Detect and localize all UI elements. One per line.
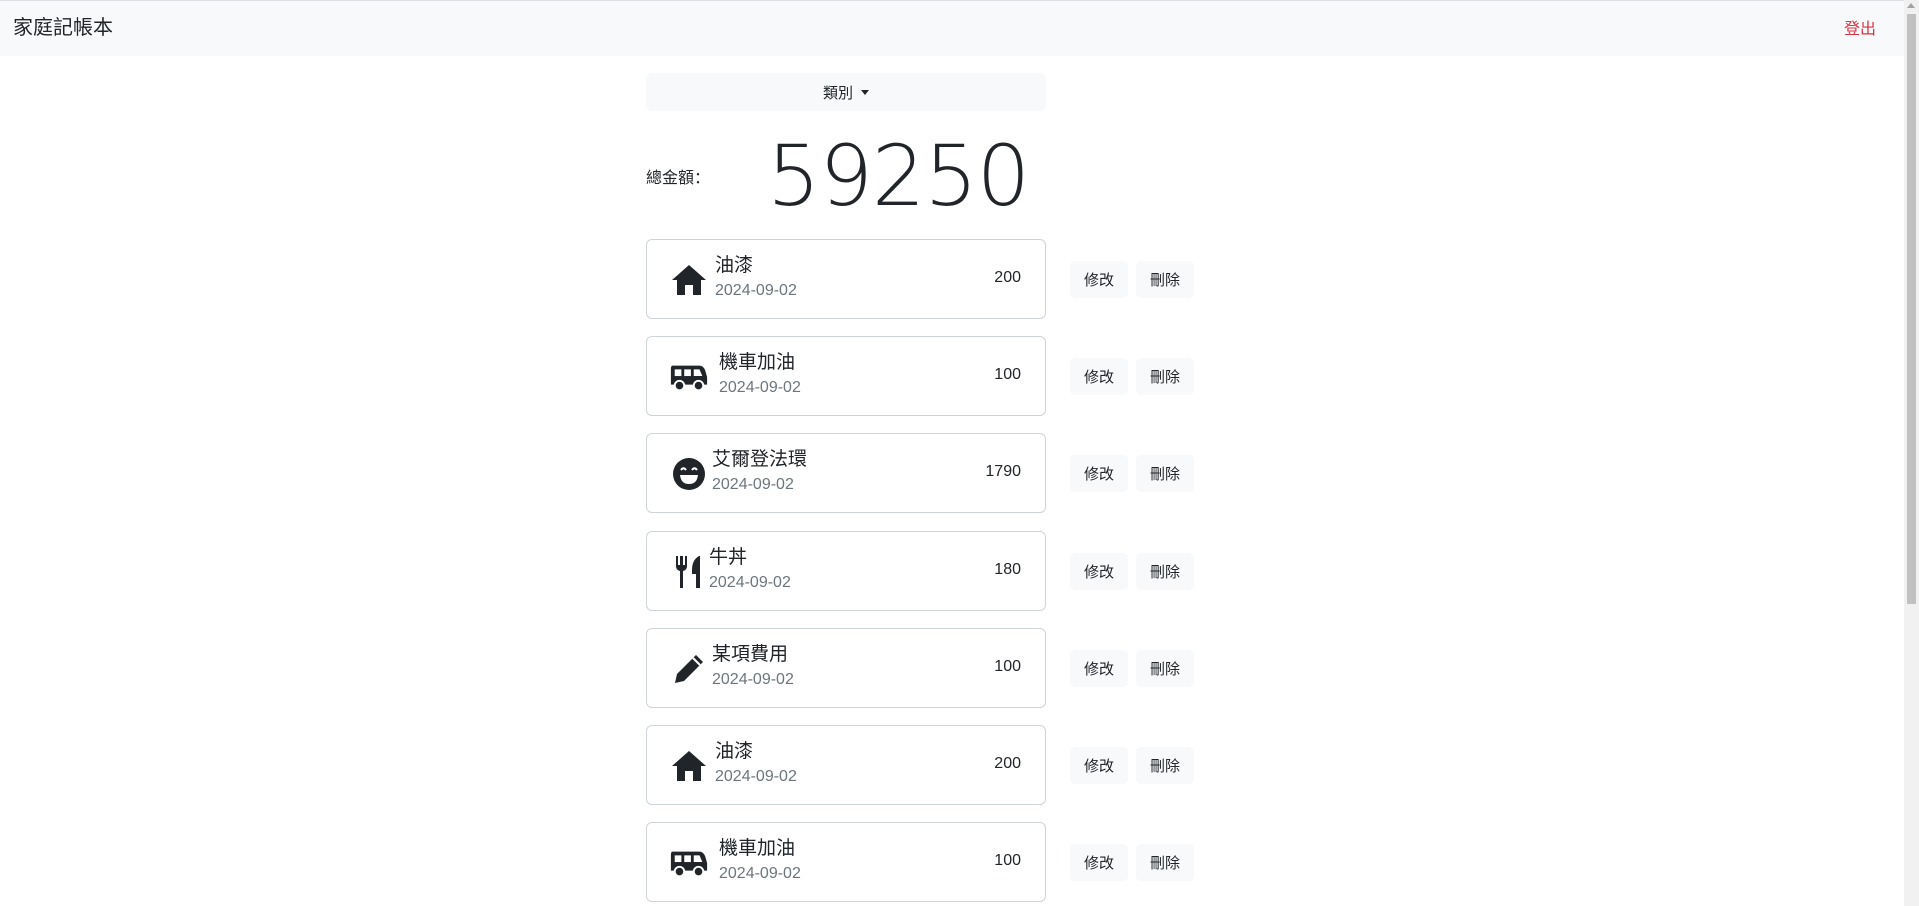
record-date: 2024-09-02 — [715, 282, 797, 299]
category-dropdown-label: 類別 — [822, 84, 853, 102]
edit-button[interactable]: 修改 — [1070, 455, 1128, 493]
record-card[interactable]: 牛丼 2024-09-02 180 — [646, 530, 1046, 611]
record-amount: 100 — [994, 657, 1021, 675]
record-text: 某項費用 2024-09-02 — [712, 643, 794, 691]
record-text: 機車加油 2024-09-02 — [719, 837, 801, 885]
record-name: 艾爾登法環 — [712, 449, 808, 471]
edit-button[interactable]: 修改 — [1070, 261, 1128, 298]
record-name: 牛丼 — [709, 546, 748, 568]
caret-down-icon — [861, 89, 869, 95]
record-row: 艾爾登法環 2024-09-02 1790 修改 刪除 — [646, 433, 1196, 515]
record-text: 機車加油 2024-09-02 — [719, 351, 801, 399]
edit-button[interactable]: 修改 — [1070, 844, 1128, 882]
record-date: 2024-09-02 — [715, 768, 797, 785]
record-row: 某項費用 2024-09-02 100 修改 刪除 — [646, 627, 1196, 710]
delete-button[interactable]: 刪除 — [1136, 261, 1194, 298]
record-card[interactable]: 機車加油 2024-09-02 100 — [646, 336, 1046, 417]
page-scrollbar[interactable] — [1904, 0, 1919, 906]
delete-button[interactable]: 刪除 — [1136, 358, 1194, 396]
scrollbar-thumb[interactable] — [1907, 14, 1916, 604]
record-row: 牛丼 2024-09-02 180 修改 刪除 — [646, 530, 1196, 613]
pen-icon — [669, 649, 709, 689]
logout-link[interactable]: 登出 — [1844, 19, 1876, 41]
total-label: 總金額： — [646, 170, 711, 187]
record-text: 油漆 2024-09-02 — [715, 254, 797, 302]
record-card[interactable]: 油漆 2024-09-02 200 — [646, 239, 1046, 319]
record-date: 2024-09-02 — [719, 379, 801, 397]
utensils-icon — [669, 552, 709, 592]
edit-button[interactable]: 修改 — [1070, 358, 1128, 396]
delete-button[interactable]: 刪除 — [1136, 552, 1194, 590]
record-row: 油漆 2024-09-02 200 修改 刪除 — [646, 725, 1196, 807]
navbar: 家庭記帳本 登出 — [0, 0, 1904, 56]
record-text: 油漆 2024-09-02 — [715, 740, 797, 788]
record-amount: 200 — [994, 755, 1021, 772]
record-amount: 100 — [994, 852, 1021, 870]
record-amount: 100 — [994, 366, 1021, 384]
edit-button[interactable]: 修改 — [1070, 747, 1128, 784]
record-card[interactable]: 機車加油 2024-09-02 100 — [646, 822, 1046, 903]
delete-button[interactable]: 刪除 — [1136, 455, 1194, 493]
scroll-up-arrow-icon[interactable] — [1907, 3, 1915, 8]
app-brand[interactable]: 家庭記帳本 — [13, 15, 113, 41]
record-row: 機車加油 2024-09-02 100 修改 刪除 — [646, 822, 1196, 904]
record-card[interactable]: 某項費用 2024-09-02 100 — [646, 627, 1046, 708]
edit-button[interactable]: 修改 — [1070, 649, 1128, 687]
record-row: 油漆 2024-09-02 200 修改 刪除 — [646, 239, 1196, 321]
delete-button[interactable]: 刪除 — [1136, 649, 1194, 687]
record-card[interactable]: 艾爾登法環 2024-09-02 1790 — [646, 433, 1046, 514]
house-icon — [669, 746, 709, 786]
edit-button[interactable]: 修改 — [1070, 552, 1128, 590]
record-text: 牛丼 2024-09-02 — [709, 546, 791, 594]
record-name: 某項費用 — [712, 643, 789, 665]
record-date: 2024-09-02 — [719, 865, 801, 883]
record-text: 艾爾登法環 2024-09-02 — [712, 448, 807, 496]
total-amount: 59250 — [767, 127, 1030, 225]
record-name: 油漆 — [715, 255, 754, 276]
category-dropdown[interactable]: 類別 — [646, 73, 1046, 111]
record-row: 機車加油 2024-09-02 100 修改 刪除 — [646, 336, 1196, 418]
van-icon — [669, 357, 709, 397]
record-date: 2024-09-02 — [712, 476, 794, 494]
record-name: 機車加油 — [719, 838, 796, 860]
van-icon — [669, 843, 709, 883]
delete-button[interactable]: 刪除 — [1136, 844, 1194, 882]
record-name: 油漆 — [715, 741, 754, 762]
record-amount: 200 — [994, 269, 1021, 286]
smile-icon — [669, 454, 709, 494]
record-amount: 180 — [994, 560, 1021, 578]
house-icon — [669, 260, 709, 300]
delete-button[interactable]: 刪除 — [1136, 747, 1194, 784]
record-card[interactable]: 油漆 2024-09-02 200 — [646, 725, 1046, 805]
record-amount: 1790 — [985, 463, 1021, 481]
record-name: 機車加油 — [719, 352, 796, 374]
record-date: 2024-09-02 — [712, 670, 794, 688]
record-date: 2024-09-02 — [709, 573, 791, 591]
